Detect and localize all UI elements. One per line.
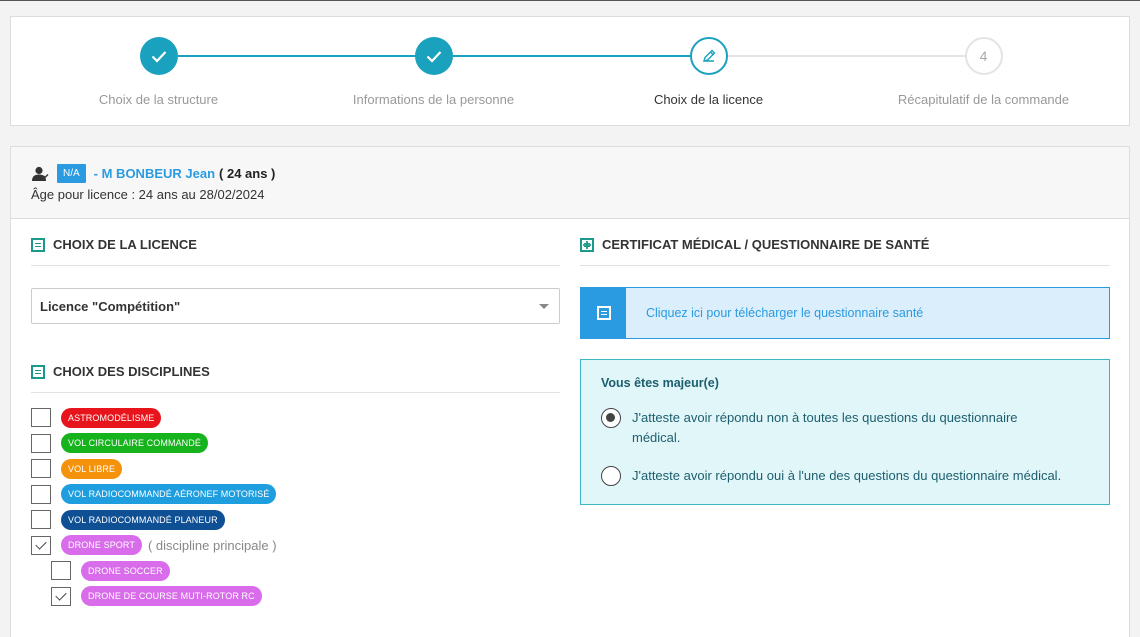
- step-recapitulatif[interactable]: 4 Récapitulatif de la commande: [846, 37, 1121, 107]
- status-badge: N/A: [57, 164, 86, 183]
- step-label: Choix de la licence: [653, 92, 764, 107]
- step-label: Informations de la personne: [352, 92, 515, 107]
- licence-select-value: Licence "Compétition": [40, 298, 181, 314]
- major-title: Vous êtes majeur(e): [601, 376, 719, 390]
- attestation-option-oui[interactable]: J'atteste avoir répondu oui à l'une des …: [601, 466, 1089, 486]
- step-number: 4: [964, 37, 1003, 75]
- discipline-checkbox[interactable]: [51, 561, 71, 581]
- discipline-item[interactable]: DRONE SOCCER: [31, 558, 560, 584]
- section-title-text: CHOIX DE LA LICENCE: [53, 237, 197, 252]
- discipline-item[interactable]: VOL LIBRE: [31, 456, 560, 482]
- discipline-checkbox[interactable]: [31, 408, 51, 428]
- discipline-label: ASTROMODÉLISME: [61, 407, 162, 428]
- list-icon: [31, 364, 45, 379]
- licence-select[interactable]: Licence "Compétition": [31, 288, 560, 324]
- pencil-icon: [689, 37, 728, 75]
- check-icon: [139, 37, 178, 75]
- plus-square-icon: [580, 237, 594, 252]
- discipline-list: ASTROMODÉLISME VOL CIRCULAIRE COMMANDÉ VOL…: [31, 405, 560, 609]
- discipline-label: VOL LIBRE: [61, 458, 123, 479]
- discipline-label: DRONE SPORT: [61, 535, 142, 556]
- discipline-checkbox[interactable]: [31, 510, 51, 530]
- discipline-item[interactable]: ASTROMODÉLISME: [31, 405, 560, 431]
- order-stepper: Choix de la structure Informations de la…: [10, 16, 1130, 126]
- discipline-item[interactable]: DRONE SPORT ( discipline principale ): [31, 533, 560, 559]
- licence-form-card: N/A - M BONBEUR Jean ( 24 ans ) Âge pour…: [10, 146, 1130, 637]
- discipline-label: DRONE SOCCER: [81, 560, 170, 581]
- discipline-item[interactable]: VOL RADIOCOMMANDÉ AÉRONEF MOTORISÉ: [31, 482, 560, 508]
- step-label: Récapitulatif de la commande: [897, 92, 1070, 107]
- list-icon: [31, 237, 45, 252]
- person-summary: N/A - M BONBEUR Jean ( 24 ans ) Âge pour…: [11, 147, 1129, 219]
- document-icon: [581, 288, 626, 338]
- user-icon: [31, 166, 49, 182]
- licence-age-text: Âge pour licence : 24 ans au 28/02/2024: [31, 187, 265, 202]
- disciplines-section-title: CHOIX DES DISCIPLINES: [31, 364, 560, 393]
- medical-section-title: CERTIFICAT MÉDICAL / QUESTIONNAIRE DE SA…: [580, 237, 1110, 266]
- discipline-label: DRONE DE COURSE MUTI-ROTOR RC: [81, 586, 262, 607]
- step-personne[interactable]: Informations de la personne: [296, 37, 571, 107]
- discipline-label: VOL RADIOCOMMANDÉ AÉRONEF MOTORISÉ: [61, 484, 277, 505]
- licence-section-title: CHOIX DE LA LICENCE: [31, 237, 560, 266]
- licence-column: CHOIX DE LA LICENCE Licence "Compétition…: [31, 237, 560, 609]
- step-label: Choix de la structure: [98, 92, 219, 107]
- check-icon: [414, 37, 453, 75]
- section-title-text: CERTIFICAT MÉDICAL / QUESTIONNAIRE DE SA…: [602, 237, 930, 252]
- step-structure[interactable]: Choix de la structure: [21, 37, 296, 107]
- attestation-text: J'atteste avoir répondu oui à l'une des …: [632, 468, 1062, 483]
- discipline-checkbox[interactable]: [51, 586, 71, 606]
- attestation-option-non[interactable]: J'atteste avoir répondu non à toutes les…: [601, 408, 1089, 448]
- discipline-item[interactable]: DRONE DE COURSE MUTI-ROTOR RC: [31, 584, 560, 610]
- chevron-down-icon: [539, 303, 549, 309]
- medical-column: CERTIFICAT MÉDICAL / QUESTIONNAIRE DE SA…: [580, 237, 1110, 505]
- person-name[interactable]: - M BONBEUR Jean: [94, 166, 215, 181]
- section-title-text: CHOIX DES DISCIPLINES: [53, 364, 210, 379]
- download-link-text[interactable]: Cliquez ici pour télécharger le question…: [646, 306, 923, 320]
- discipline-item[interactable]: VOL CIRCULAIRE COMMANDÉ: [31, 431, 560, 457]
- download-questionnaire-button[interactable]: Cliquez ici pour télécharger le question…: [580, 287, 1110, 339]
- radio-button[interactable]: [601, 408, 621, 428]
- discipline-checkbox[interactable]: [31, 459, 51, 479]
- discipline-checkbox[interactable]: [31, 535, 51, 555]
- radio-button[interactable]: [601, 466, 621, 486]
- step-licence[interactable]: Choix de la licence: [571, 37, 846, 107]
- health-attestation-box: Vous êtes majeur(e) J'atteste avoir répo…: [580, 359, 1110, 505]
- person-age: ( 24 ans ): [219, 166, 276, 181]
- attestation-text: J'atteste avoir répondu non à toutes les…: [632, 410, 1018, 445]
- discipline-checkbox[interactable]: [31, 484, 51, 504]
- discipline-checkbox[interactable]: [31, 433, 51, 453]
- principal-discipline-note: ( discipline principale ): [147, 537, 277, 553]
- discipline-label: VOL CIRCULAIRE COMMANDÉ: [61, 433, 208, 454]
- discipline-label: VOL RADIOCOMMANDÉ PLANEUR: [61, 509, 225, 530]
- discipline-item[interactable]: VOL RADIOCOMMANDÉ PLANEUR: [31, 507, 560, 533]
